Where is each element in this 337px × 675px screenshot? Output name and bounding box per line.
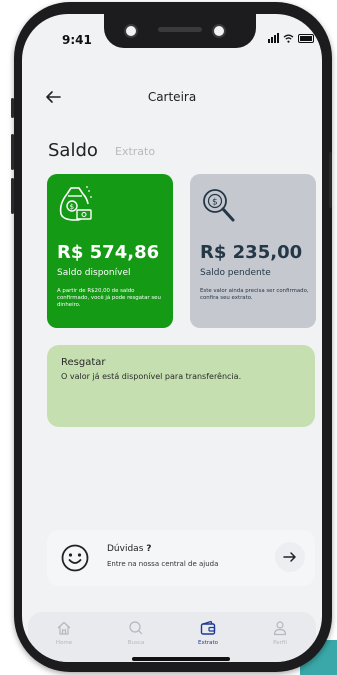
nav-label-perfil: Perfil: [273, 640, 287, 646]
camera-icon: [124, 24, 138, 38]
app-screen: 9:41 Carteira Saldo Extrato $ R$ 574,86 …: [22, 14, 322, 662]
resgatar-title: Resgatar: [61, 357, 106, 368]
speaker-grille: [158, 27, 202, 32]
home-icon: [57, 621, 71, 635]
pending-balance-card: $ R$ 235,00 Saldo pendente Este valor ai…: [190, 174, 316, 328]
phone-side-button: [329, 152, 332, 208]
wallet-icon: [200, 620, 216, 635]
nav-item-busca[interactable]: Busca: [106, 612, 166, 662]
help-card[interactable]: Dúvidas ? Entre na nossa central de ajud…: [47, 530, 315, 586]
help-subtitle: Entre na nossa central de ajuda: [107, 560, 219, 568]
phone-notch: [104, 14, 256, 48]
tab-saldo[interactable]: Saldo: [48, 140, 98, 161]
nav-label-busca: Busca: [127, 640, 145, 646]
wifi-icon: [283, 34, 294, 43]
nav-item-perfil[interactable]: Perfil: [250, 612, 310, 662]
pending-amount: R$ 235,00: [200, 242, 303, 263]
tab-extrato[interactable]: Extrato: [115, 145, 155, 158]
svg-text:$: $: [212, 198, 218, 208]
sensor-icon: [212, 24, 226, 38]
status-icons: [268, 33, 314, 43]
help-title-text: Dúvidas: [107, 544, 144, 554]
user-icon: [273, 621, 287, 636]
status-time: 9:41: [62, 33, 92, 47]
battery-icon: [298, 34, 314, 43]
phone-side-button: [11, 98, 14, 118]
pending-label: Saldo pendente: [200, 268, 271, 278]
phone-side-button: [11, 178, 14, 214]
nav-label-home: Home: [55, 640, 73, 646]
pending-description: Este valor ainda precisa ser confirmado,…: [200, 288, 309, 302]
resgatar-card[interactable]: Resgatar O valor já está disponível para…: [47, 345, 315, 427]
app-header: Carteira: [22, 84, 322, 114]
money-bag-icon: $: [59, 186, 92, 221]
available-description: A partir de R$20,00 de saldo confirmado,…: [57, 288, 161, 309]
nav-label-extrato: Extrato: [197, 640, 219, 646]
smiley-icon: [61, 544, 89, 572]
svg-text:$: $: [70, 203, 74, 211]
search-money-icon: $: [203, 189, 235, 222]
page-title: Carteira: [147, 90, 197, 104]
help-title: Dúvidas ?: [107, 544, 152, 554]
arrow-right-icon: [283, 552, 296, 562]
help-title-mark: ?: [146, 544, 152, 554]
nav-item-home[interactable]: Home: [34, 612, 94, 662]
home-indicator: [132, 657, 230, 661]
available-amount: R$ 574,86: [57, 242, 160, 263]
resgatar-text: O valor já está disponível para transfer…: [61, 372, 242, 381]
bottom-nav: Home Busca Extrato Perfil: [28, 612, 316, 662]
phone-side-button: [11, 134, 14, 170]
nav-item-extrato[interactable]: Extrato: [178, 612, 238, 662]
search-icon: [129, 621, 143, 635]
help-arrow-button[interactable]: [275, 542, 305, 572]
signal-icon: [268, 33, 279, 43]
available-balance-card: $ R$ 574,86 Saldo disponível A partir de…: [47, 174, 173, 328]
available-label: Saldo disponível: [57, 268, 131, 278]
